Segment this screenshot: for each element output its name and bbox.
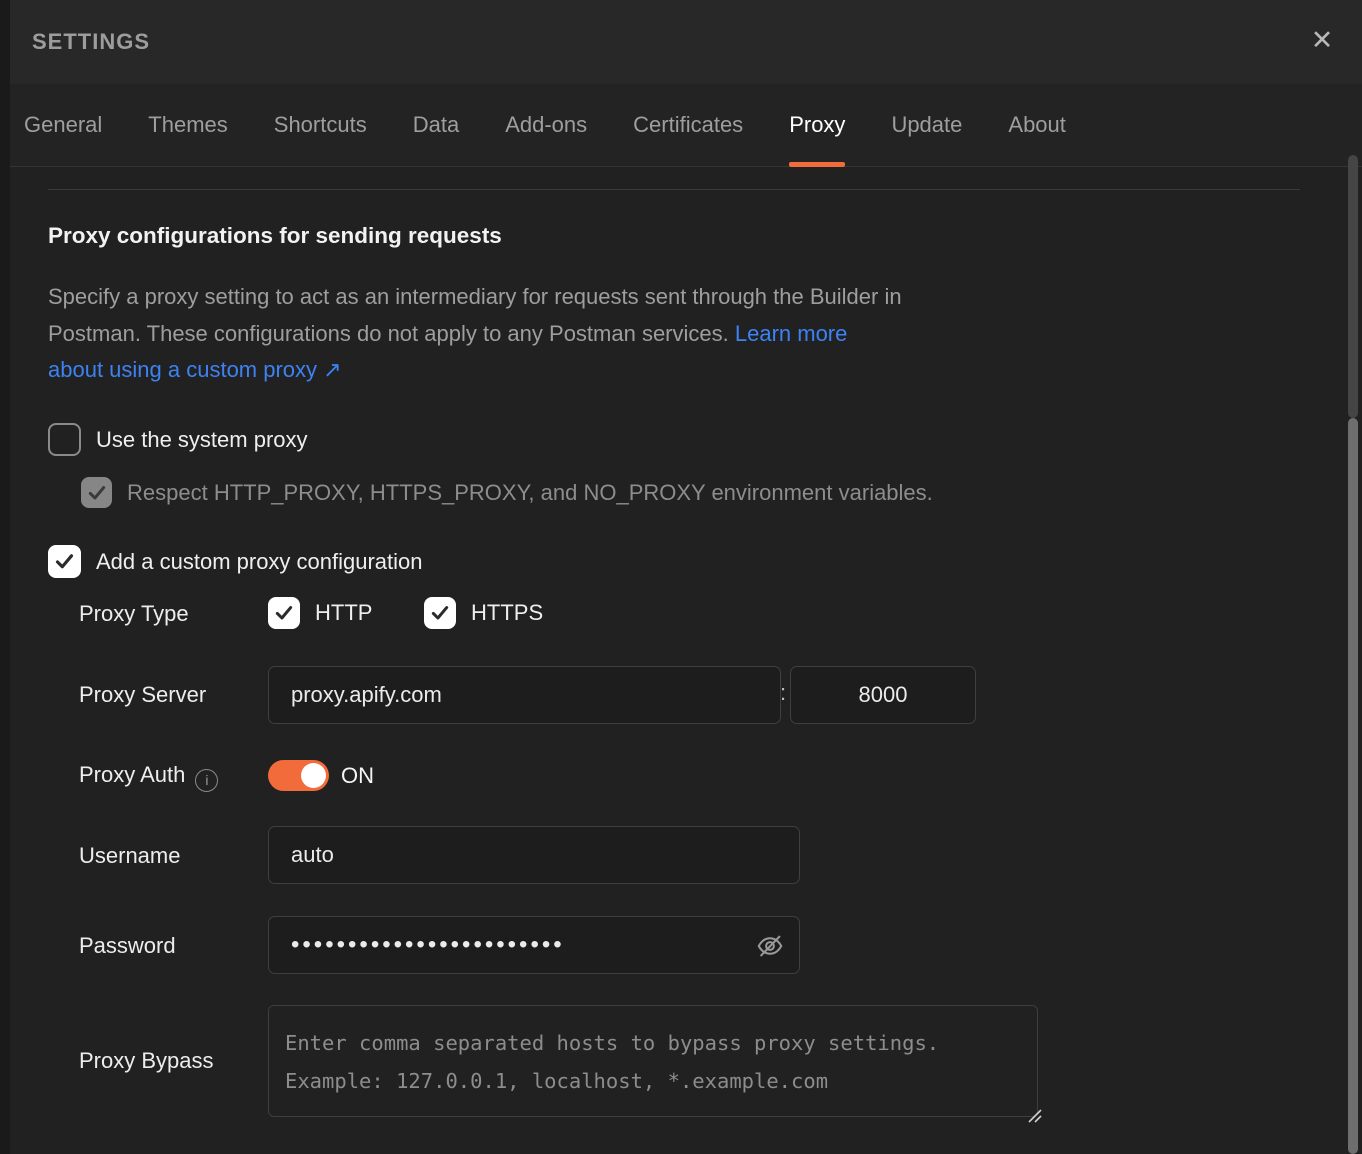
- tab-about[interactable]: About: [1008, 84, 1066, 166]
- proxy-bypass-label: Proxy Bypass: [79, 1048, 214, 1074]
- proxy-auth-label: Proxy Authi: [79, 762, 218, 792]
- modal-header: SETTINGS ✕: [10, 0, 1362, 84]
- check-icon: [54, 551, 75, 572]
- respect-env-proxy-label: Respect HTTP_PROXY, HTTPS_PROXY, and NO_…: [127, 480, 933, 506]
- divider: [48, 189, 1300, 190]
- tab-update[interactable]: Update: [891, 84, 962, 166]
- https-label[interactable]: HTTPS: [471, 600, 543, 626]
- host-port-separator: :: [780, 680, 786, 706]
- username-label: Username: [79, 843, 180, 869]
- section-heading: Proxy configurations for sending request…: [48, 223, 502, 249]
- proxy-settings-panel: Proxy configurations for sending request…: [10, 167, 1362, 1154]
- custom-proxy-row: Add a custom proxy configuration: [48, 545, 423, 578]
- proxy-server-label: Proxy Server: [79, 682, 206, 708]
- use-system-proxy-checkbox[interactable]: [48, 423, 81, 456]
- settings-tabbar: General Themes Shortcuts Data Add-ons Ce…: [10, 84, 1362, 167]
- external-link-arrow-icon: ↗: [323, 357, 341, 382]
- tab-certificates[interactable]: Certificates: [633, 84, 743, 166]
- password-input[interactable]: [268, 916, 800, 974]
- respect-env-proxy-checkbox: [81, 477, 112, 508]
- proxy-port-input[interactable]: [790, 666, 976, 724]
- password-field-wrap: [268, 916, 800, 974]
- use-system-proxy-row: Use the system proxy: [48, 423, 308, 456]
- toggle-knob: [301, 763, 326, 788]
- scrollbar-track-segment[interactable]: [1348, 155, 1358, 418]
- check-icon: [274, 603, 294, 623]
- proxy-host-input[interactable]: [268, 666, 781, 724]
- proxy-type-https-row: HTTPS: [424, 597, 543, 629]
- eye-off-icon[interactable]: [754, 930, 786, 962]
- use-system-proxy-label[interactable]: Use the system proxy: [96, 427, 308, 453]
- tab-shortcuts[interactable]: Shortcuts: [274, 84, 367, 166]
- proxy-auth-state: ON: [341, 763, 374, 789]
- tab-themes[interactable]: Themes: [148, 84, 227, 166]
- username-input[interactable]: [268, 826, 800, 884]
- proxy-type-label: Proxy Type: [79, 601, 189, 627]
- underlying-app-edge: [0, 0, 10, 1154]
- proxy-auth-toggle[interactable]: [268, 760, 329, 791]
- password-label: Password: [79, 933, 176, 959]
- info-icon[interactable]: i: [195, 769, 218, 792]
- check-icon: [87, 483, 107, 503]
- tab-proxy[interactable]: Proxy: [789, 84, 845, 166]
- section-description: Specify a proxy setting to act as an int…: [48, 279, 903, 389]
- http-label[interactable]: HTTP: [315, 600, 372, 626]
- check-icon: [430, 603, 450, 623]
- proxy-type-http-row: HTTP: [268, 597, 372, 629]
- modal-title: SETTINGS: [32, 29, 150, 55]
- http-checkbox[interactable]: [268, 597, 300, 629]
- custom-proxy-label[interactable]: Add a custom proxy configuration: [96, 549, 423, 575]
- custom-proxy-checkbox[interactable]: [48, 545, 81, 578]
- https-checkbox[interactable]: [424, 597, 456, 629]
- tab-data[interactable]: Data: [413, 84, 459, 166]
- close-icon[interactable]: ✕: [1300, 18, 1344, 62]
- proxy-bypass-textarea[interactable]: [268, 1005, 1038, 1117]
- tab-general[interactable]: General: [24, 84, 102, 166]
- tab-addons[interactable]: Add-ons: [505, 84, 587, 166]
- respect-env-proxy-row: Respect HTTP_PROXY, HTTPS_PROXY, and NO_…: [81, 477, 933, 508]
- settings-modal: SETTINGS ✕ General Themes Shortcuts Data…: [0, 0, 1362, 1154]
- scrollbar-thumb[interactable]: [1348, 418, 1358, 1154]
